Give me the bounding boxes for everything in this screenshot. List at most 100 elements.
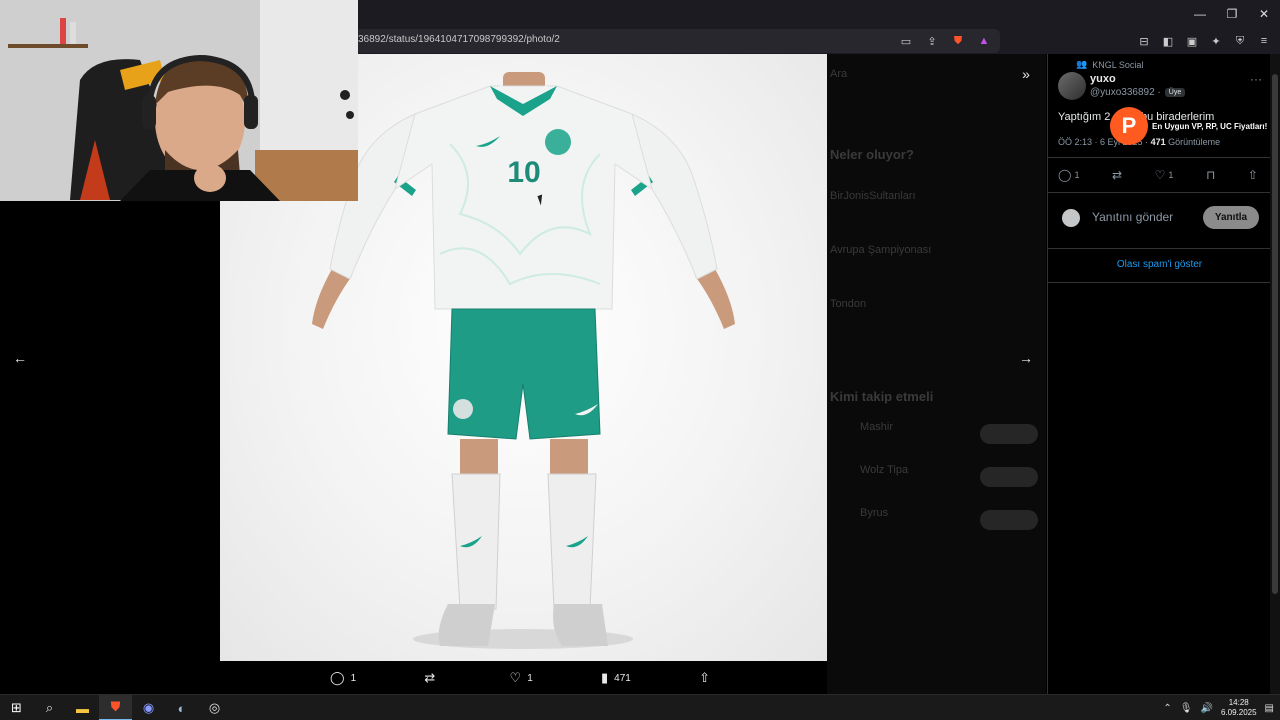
windows-start-icon[interactable]: ⊞ <box>0 695 33 720</box>
community-icon: 👥 <box>1076 59 1088 69</box>
brave-browser-icon[interactable]: ⛊ <box>99 695 132 720</box>
left-boot <box>438 604 495 646</box>
divider <box>1048 157 1271 158</box>
views-action[interactable]: ▮ 471 <box>601 670 631 686</box>
reply-stat-count: 1 <box>1074 170 1080 180</box>
steam-icon[interactable]: ◐ <box>165 695 198 720</box>
windows-taskbar: ⊞ ⌕ ▬ ⛊ ◉ ◐ ◎ ⌃ 🎙 🔊 14:28 6.09.2025 ▤ <box>0 694 1280 720</box>
bookmark-stat[interactable]: ⊓ <box>1206 168 1215 182</box>
sidebar-icon[interactable]: ◧ <box>1160 33 1176 49</box>
previous-photo-button[interactable]: ← <box>6 344 34 372</box>
like-count: 1 <box>527 672 533 684</box>
my-avatar <box>1062 209 1080 227</box>
divider <box>1048 248 1271 249</box>
heart-icon: ♡ <box>1154 168 1166 182</box>
bar-chart-icon: ▮ <box>601 670 609 685</box>
reply-stat[interactable]: ◯ 1 <box>1058 168 1079 182</box>
collapse-panel-button[interactable]: » <box>1012 60 1040 88</box>
reply-icon: ◯ <box>1058 168 1072 182</box>
scroll-thumb[interactable] <box>1272 74 1278 594</box>
author-handle-row: @yuxo336892 · Üye <box>1090 87 1186 98</box>
tabs-icon[interactable]: ⊟ <box>1136 33 1152 49</box>
brave-rewards-icon[interactable]: ▲ <box>976 33 992 49</box>
member-badge: Üye <box>1164 88 1186 97</box>
view-count: 471 <box>614 672 631 684</box>
share-action[interactable]: ⇧ <box>699 670 710 686</box>
repost-action[interactable]: ⇄ <box>424 670 441 686</box>
leo-ai-icon[interactable]: ✦ <box>1208 33 1224 49</box>
reply-input[interactable]: Yanıtını gönder <box>1092 210 1173 224</box>
like-stat-count: 1 <box>1168 170 1174 180</box>
stream-promo-overlay: P En Uygun VP, RP, UC Fiyatları! <box>1110 107 1267 145</box>
repost-icon: ⇄ <box>424 670 436 685</box>
url-text: 36892/status/1964104717098799392/photo/2 <box>358 34 560 45</box>
author-avatar[interactable] <box>1058 72 1086 100</box>
address-bar-icons: ▭ ⇪ ⛊ ▲ <box>898 33 992 49</box>
bg-follow-2: Wolz Tipa <box>860 464 909 476</box>
bg-who-to-follow: Kimi takip etmeli <box>830 389 934 404</box>
volume-icon[interactable]: 🔊 <box>1201 703 1213 714</box>
community-label[interactable]: 👥 KNGL Social <box>1076 59 1143 70</box>
shirt-number: 10 <box>507 156 540 189</box>
like-stat[interactable]: ♡ 1 <box>1155 168 1174 182</box>
share-up-icon: ⇧ <box>699 670 710 685</box>
bg-follow-3: Byrus <box>860 507 889 519</box>
promo-logo: P <box>1110 107 1148 145</box>
reply-button[interactable]: Yanıtla <box>1203 206 1259 229</box>
share-icon[interactable]: ⇪ <box>924 33 940 49</box>
repost-stat[interactable]: ⇄ <box>1112 168 1122 182</box>
heart-icon: ♡ <box>509 670 522 685</box>
tweet-detail-panel: 👥 KNGL Social yuxo @yuxo336892 · Üye ···… <box>1047 54 1271 694</box>
clock[interactable]: 14:28 6.09.2025 <box>1221 698 1257 718</box>
search-icon[interactable]: ⌕ <box>33 695 66 720</box>
share-stat[interactable]: ⇧ <box>1248 168 1258 182</box>
vpn-icon[interactable]: ⛨ <box>1232 33 1248 49</box>
window-controls: — ❐ ✕ <box>1184 0 1280 28</box>
next-photo-button[interactable]: → <box>1012 344 1040 372</box>
browser-extensions: ⊟ ◧ ▣ ✦ ⛨ ≡ <box>1136 33 1272 49</box>
bg-trends-title: Neler oluyor? <box>830 147 914 162</box>
author-name[interactable]: yuxo <box>1090 73 1116 85</box>
microphone-icon[interactable]: 🎙 <box>1180 703 1193 714</box>
notifications-icon[interactable]: ▤ <box>1265 703 1274 714</box>
right-hand <box>695 269 735 329</box>
obs-icon[interactable]: ◎ <box>198 695 231 720</box>
webcam-overlay <box>0 0 358 201</box>
bg-trend-1: BirJonisSultanları <box>830 190 916 202</box>
bg-follow-1: Mashir <box>860 421 894 433</box>
reply-action[interactable]: ◯ 1 <box>330 670 356 686</box>
reply-count: 1 <box>350 672 357 684</box>
brave-shield-icon[interactable]: ⛊ <box>950 33 966 49</box>
right-sock <box>547 473 597 610</box>
show-spam-link[interactable]: Olası spam'i göster <box>1048 259 1271 270</box>
jersey <box>394 85 653 310</box>
menu-icon[interactable]: ≡ <box>1256 33 1272 49</box>
bg-follow-button-3 <box>980 510 1038 530</box>
bg-follow-button-1 <box>980 424 1038 444</box>
bg-trend-2: Avrupa Şampiyonası <box>830 244 932 256</box>
author-handle[interactable]: @yuxo336892 · <box>1090 87 1161 98</box>
file-explorer-icon[interactable]: ▬ <box>66 695 99 720</box>
more-options-icon[interactable]: ··· <box>1250 72 1262 86</box>
scrollbar[interactable] <box>1270 54 1280 694</box>
community-name: KNGL Social <box>1092 59 1144 70</box>
minimize-button[interactable]: — <box>1184 0 1216 28</box>
clock-date: 6.09.2025 <box>1220 708 1257 717</box>
bookmark-icon: ⊓ <box>1205 168 1216 182</box>
tray-overflow-icon[interactable]: ⌃ <box>1163 703 1171 714</box>
left-hand <box>312 269 352 329</box>
close-button[interactable]: ✕ <box>1248 0 1280 28</box>
divider <box>1048 282 1271 283</box>
restore-button[interactable]: ❐ <box>1216 0 1248 28</box>
discord-icon[interactable]: ◉ <box>132 695 165 720</box>
shorts <box>447 308 601 440</box>
cast-icon[interactable]: ▭ <box>898 33 914 49</box>
promo-text: En Uygun VP, RP, UC Fiyatları! <box>1152 121 1268 131</box>
wallet-icon[interactable]: ▣ <box>1184 33 1200 49</box>
photo-action-bar: ◯ 1 ⇄ ♡ 1 ▮ 471 ⇧ <box>330 666 710 690</box>
repost-icon: ⇄ <box>1112 168 1123 182</box>
divider <box>1048 192 1271 193</box>
like-action[interactable]: ♡ 1 <box>510 670 533 686</box>
address-bar[interactable]: 36892/status/1964104717098799392/photo/2… <box>350 29 1000 53</box>
webcam-feed <box>0 0 358 201</box>
